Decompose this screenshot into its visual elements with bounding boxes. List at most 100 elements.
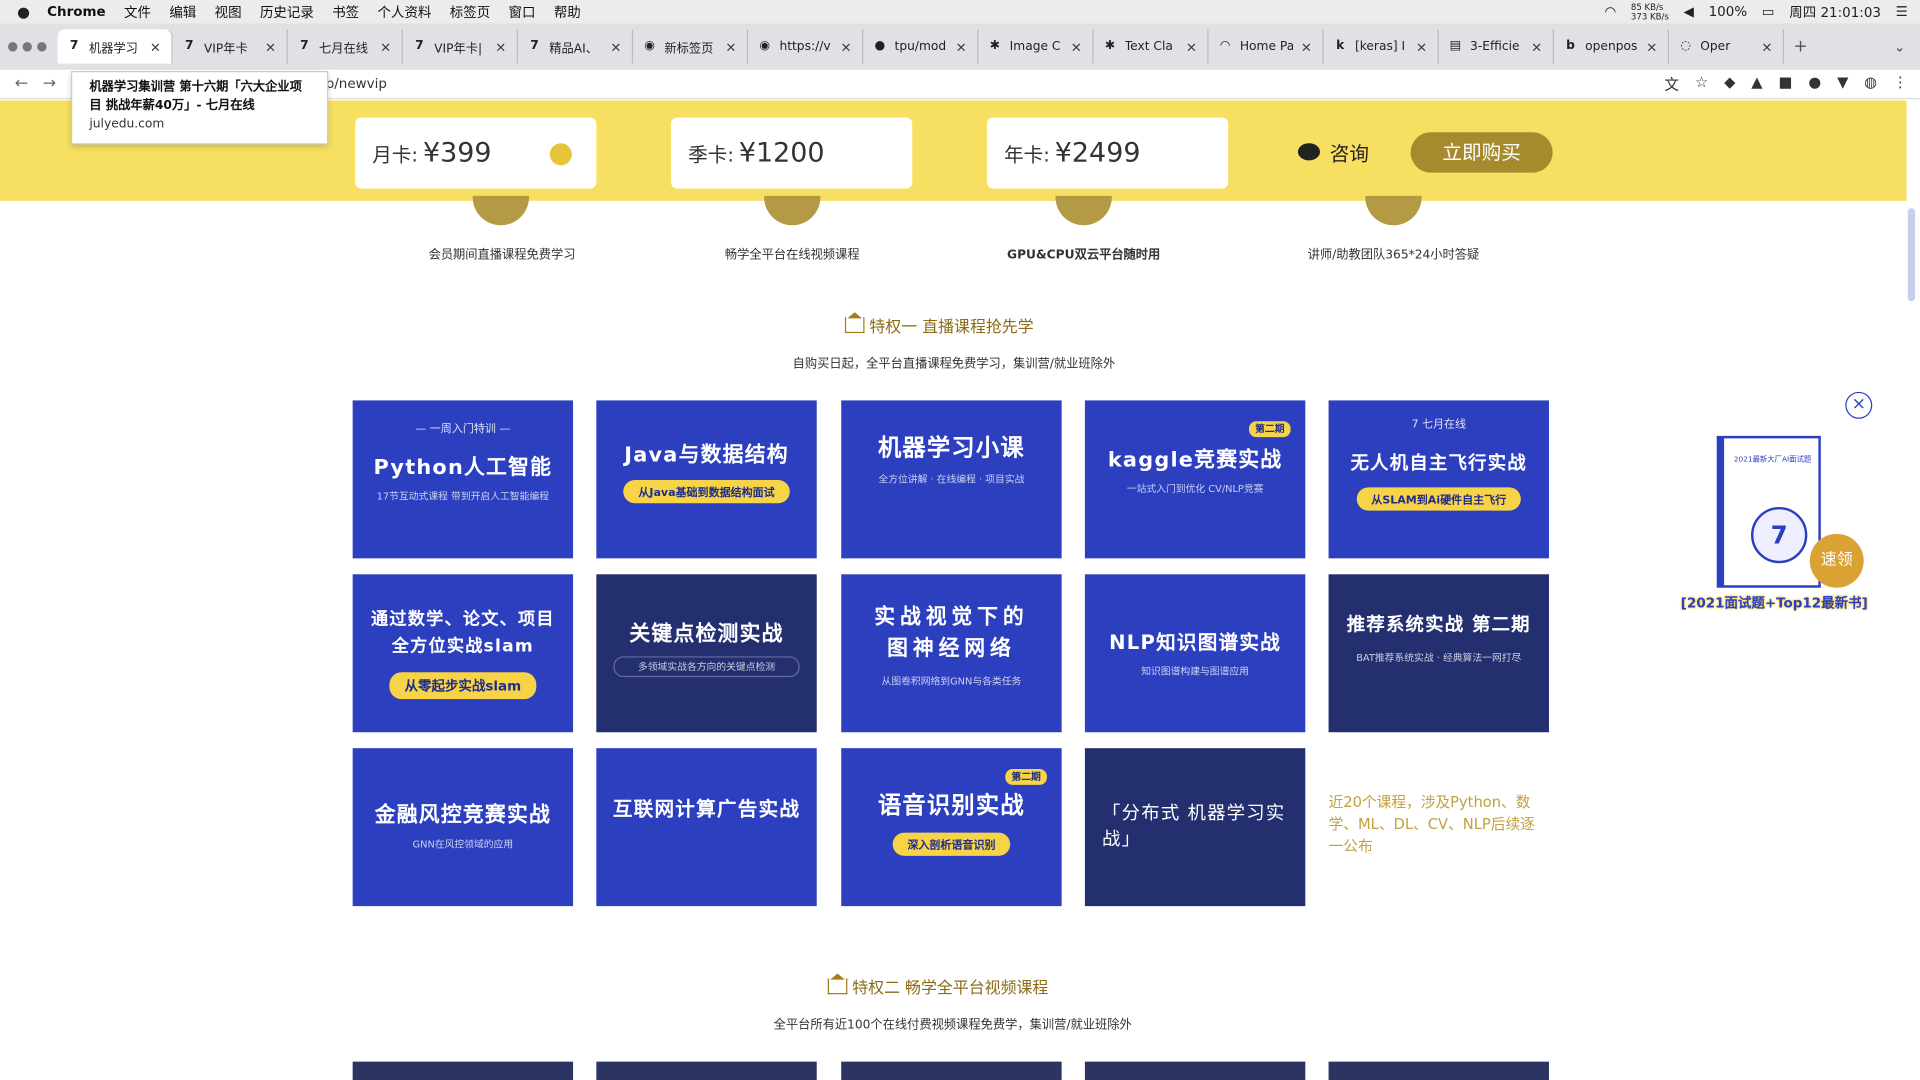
- close-icon[interactable]: ×: [1186, 39, 1197, 55]
- battery-level[interactable]: 100%: [1709, 4, 1748, 20]
- close-icon[interactable]: ×: [380, 39, 391, 55]
- course-card[interactable]: 「分布式 机器学习实战」: [1084, 748, 1306, 907]
- github-icon: ●: [874, 39, 886, 53]
- course-subtitle: 一站式入门到优化 CV/NLP竞赛: [1126, 483, 1264, 495]
- tab-4[interactable]: 7 精品AI、 ×: [517, 29, 633, 64]
- perk-icon: [1365, 195, 1422, 226]
- course-badge: 第二期: [1248, 421, 1291, 438]
- tab-7[interactable]: ● tpu/mod ×: [863, 29, 978, 64]
- buy-now-button[interactable]: 立即购买: [1410, 132, 1553, 173]
- course-card[interactable]: [1328, 1061, 1549, 1080]
- scrollbar[interactable]: [1907, 208, 1916, 302]
- close-icon[interactable]: ×: [1761, 39, 1772, 55]
- tab-8[interactable]: ✱ Image C ×: [978, 29, 1093, 64]
- tab-12[interactable]: ▤ 3-Efficie ×: [1438, 29, 1554, 64]
- course-card[interactable]: 互联网计算广告实战: [596, 748, 817, 907]
- close-icon[interactable]: ×: [1646, 39, 1657, 55]
- close-icon[interactable]: ×: [495, 39, 506, 55]
- extension-icon[interactable]: ◆: [1724, 73, 1735, 94]
- new-tab-button[interactable]: +: [1793, 37, 1807, 57]
- tab-5[interactable]: ◉ 新标签页 ×: [633, 29, 748, 64]
- volume-icon[interactable]: ◀: [1684, 4, 1694, 20]
- tab-2[interactable]: 7 七月在线 ×: [287, 29, 403, 64]
- mac-menubar: ● Chrome 文件 编辑 视图 历史记录 书签 个人资料 标签页 窗口 帮助…: [0, 0, 1920, 24]
- close-icon[interactable]: ×: [265, 39, 276, 55]
- course-card[interactable]: [1084, 1061, 1306, 1080]
- plan-monthly[interactable]: 月卡: ¥399: [355, 117, 597, 189]
- menu-item-edit[interactable]: 编辑: [169, 2, 196, 22]
- menu-list-icon[interactable]: ☰: [1896, 4, 1908, 20]
- course-card[interactable]: 实战视觉下的图神经网络 从图卷积网络到GNN与各类任务: [841, 574, 1062, 733]
- menu-item-help[interactable]: 帮助: [554, 2, 581, 22]
- chevron-down-icon[interactable]: ⌄: [1894, 39, 1905, 55]
- star-icon[interactable]: ☆: [1695, 73, 1708, 94]
- plan-yearly[interactable]: 年卡: ¥2499: [986, 117, 1229, 189]
- course-card[interactable]: 第二期 语音识别实战 深入剖析语音识别: [841, 748, 1062, 907]
- course-title: kaggle竞赛实战: [1107, 448, 1283, 473]
- tab-14[interactable]: ◌ Oper ×: [1668, 29, 1784, 64]
- tab-6[interactable]: ◉ https://v ×: [748, 29, 863, 64]
- tab-10[interactable]: ◠ Home Pa ×: [1208, 29, 1324, 64]
- extension-icon[interactable]: ▼: [1837, 73, 1848, 94]
- menu-item-history[interactable]: 历史记录: [260, 2, 314, 22]
- more-menu-icon[interactable]: ⋮: [1893, 73, 1908, 94]
- course-card[interactable]: Java与数据结构 从Java基础到数据结构面试: [596, 400, 817, 559]
- forward-arrow-icon[interactable]: →: [43, 75, 56, 93]
- course-card[interactable]: 机器学习小课 全方位讲解 · 在线编程 · 项目实战: [841, 400, 1062, 559]
- window-controls[interactable]: ● ● ●: [7, 40, 47, 53]
- tab-0[interactable]: 7 机器学习 ×: [56, 29, 173, 64]
- tab-9[interactable]: ✱ Text Cla ×: [1093, 29, 1209, 64]
- close-icon[interactable]: ×: [840, 39, 851, 55]
- extension-icon[interactable]: ▲: [1751, 73, 1762, 94]
- wifi-icon[interactable]: ◠: [1604, 4, 1616, 20]
- tab-title: 机器学习: [88, 42, 138, 56]
- close-icon[interactable]: ×: [1531, 39, 1542, 55]
- tab-title: 七月在线: [319, 42, 369, 56]
- menu-item-bookmarks[interactable]: 书签: [332, 2, 359, 22]
- extension-icon[interactable]: ●: [1808, 73, 1821, 94]
- tab-1[interactable]: 7 VIP年卡 ×: [172, 29, 288, 64]
- url-field[interactable]: p/newvip: [326, 76, 387, 92]
- menu-item-tabs[interactable]: 标签页: [450, 2, 490, 22]
- course-card[interactable]: 关键点检测实战 多领域实战各方向的关键点检测: [596, 574, 817, 733]
- menu-item-view[interactable]: 视图: [215, 2, 242, 22]
- consult-link[interactable]: 咨询: [1297, 137, 1369, 166]
- menu-item-profile[interactable]: 个人资料: [378, 2, 432, 22]
- close-icon[interactable]: ×: [725, 39, 736, 55]
- course-card[interactable]: 7 七月在线 无人机自主飞行实战 从SLAM到Ai硬件自主飞行: [1328, 400, 1549, 559]
- tab-3[interactable]: 7 VIP年卡| ×: [402, 29, 518, 64]
- course-card[interactable]: 通过数学、论文、项目 全方位实战slam 从零起步实战slam: [352, 574, 574, 733]
- course-card[interactable]: [841, 1061, 1062, 1080]
- menu-app-name[interactable]: Chrome: [47, 4, 106, 20]
- menu-item-window[interactable]: 窗口: [509, 2, 536, 22]
- course-card[interactable]: [596, 1061, 817, 1080]
- tab-13[interactable]: b openpos ×: [1553, 29, 1669, 64]
- apple-icon[interactable]: ●: [17, 3, 30, 20]
- clock[interactable]: 周四 21:01:03: [1789, 2, 1881, 22]
- translate-icon[interactable]: 文: [1664, 73, 1679, 94]
- extension-icon[interactable]: ■: [1779, 73, 1793, 94]
- course-card[interactable]: 金融风控竞赛实战 GNN在风控领域的应用: [352, 748, 574, 907]
- back-arrow-icon[interactable]: ←: [15, 75, 28, 93]
- close-icon[interactable]: ×: [1301, 39, 1312, 55]
- close-icon[interactable]: ×: [1416, 39, 1427, 55]
- course-card[interactable]: NLP知识图谱实战 知识图谱构建与图谱应用: [1084, 574, 1306, 733]
- avatar[interactable]: ◍: [1864, 73, 1877, 94]
- menu-item-file[interactable]: 文件: [124, 2, 151, 22]
- close-icon[interactable]: ×: [150, 39, 161, 55]
- course-subtitle: 从图卷积网络到GNN与各类任务: [881, 675, 1022, 687]
- close-icon[interactable]: ×: [956, 39, 967, 55]
- claim-button[interactable]: 速领: [1809, 533, 1864, 588]
- plan-quarterly[interactable]: 季卡: ¥1200: [671, 117, 913, 189]
- tab-11[interactable]: k [keras] I ×: [1323, 29, 1439, 64]
- course-card[interactable]: 推荐系统实战 第二期 BAT推荐系统实战 · 经典算法一网打尽: [1328, 574, 1549, 733]
- course-subtitle: 多领域实战各方向的关键点检测: [613, 656, 800, 678]
- course-card[interactable]: — 一周入门特训 — Python人工智能 17节互动式课程 带到开启人工智能编…: [352, 400, 574, 559]
- close-icon[interactable]: ×: [610, 39, 621, 55]
- tab-title: tpu/mod: [894, 39, 947, 54]
- course-card[interactable]: 第二期 kaggle竞赛实战 一站式入门到优化 CV/NLP竞赛: [1084, 400, 1306, 559]
- close-icon[interactable]: ×: [1071, 39, 1082, 55]
- course-card[interactable]: [352, 1061, 574, 1080]
- floating-ad[interactable]: 2021最新大厂AI面试题 7 速领 [2021面试题+Top12最新书]: [1665, 435, 1883, 620]
- close-icon[interactable]: ×: [1845, 391, 1873, 419]
